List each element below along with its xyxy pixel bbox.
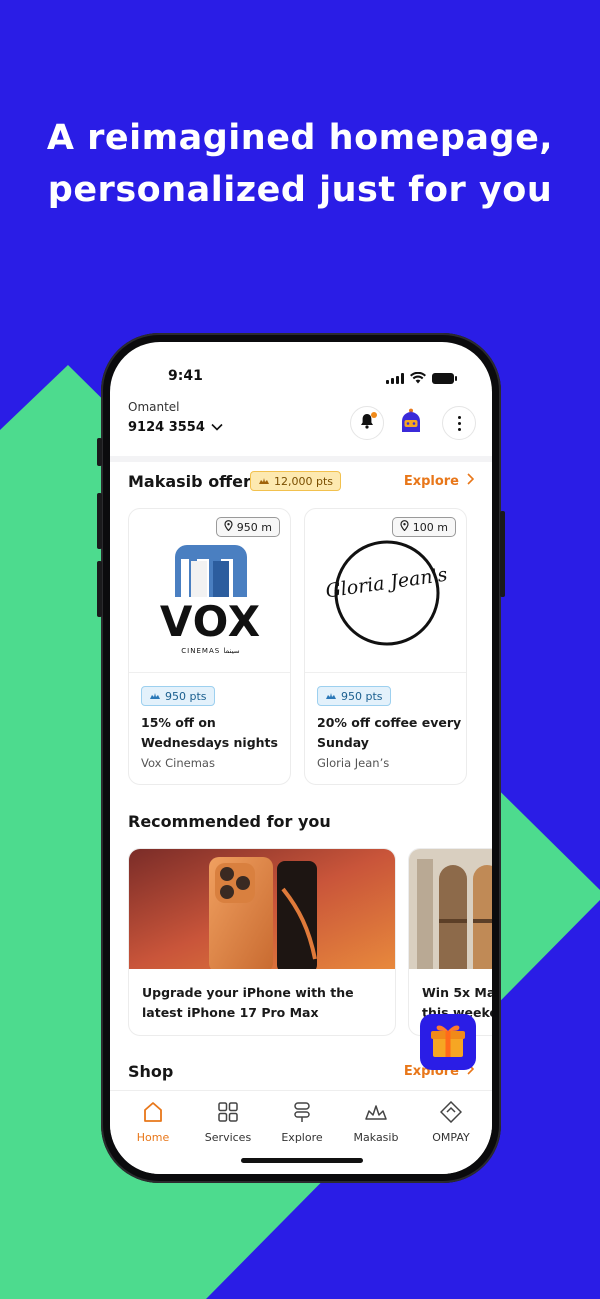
phone-volume-up [97, 493, 102, 549]
tab-home[interactable]: Home [118, 1099, 188, 1144]
home-indicator [241, 1158, 363, 1163]
recommended-card[interactable]: Win 5x Make this weeken [408, 848, 492, 1036]
makasib-points-icon [258, 475, 270, 488]
status-icons [386, 369, 457, 388]
makasib-explore-link[interactable]: Explore [403, 473, 475, 489]
headline: A reimagined homepage, personalized just… [0, 112, 600, 216]
section-divider [110, 456, 492, 462]
iphone-promo-image [129, 849, 395, 969]
headline-line-1: A reimagined homepage, [46, 118, 554, 158]
tab-label: Makasib [353, 1131, 399, 1144]
distance-value: 950 m [236, 520, 272, 534]
makasib-section-title: Makasib offers [128, 472, 261, 491]
robot-avatar-icon [399, 408, 423, 438]
notifications-button[interactable] [350, 406, 384, 440]
tab-label: Explore [281, 1131, 323, 1144]
gift-icon [427, 1019, 469, 1065]
tab-makasib[interactable]: Makasib [341, 1099, 411, 1144]
offer-brand: Gloria Jean’s [317, 756, 390, 770]
offer-title: 15% off on Wednesdays nights [141, 715, 278, 750]
wifi-icon [410, 369, 426, 388]
signal-icon [386, 373, 404, 384]
makasib-icon [341, 1099, 411, 1125]
account-number-selector[interactable]: 9124 3554 [128, 420, 223, 435]
distance-badge: 950 m [215, 517, 280, 537]
more-options-button[interactable] [442, 406, 476, 440]
offer-title: 20% off coffee every Sunday [317, 715, 462, 750]
tab-explore[interactable]: Explore [267, 1099, 337, 1144]
recommended-card-text: Upgrade your iPhone with the latest iPho… [142, 985, 354, 1020]
offer-card[interactable]: VOX CINEMAS سينما 950 m 950 pts 15% off … [128, 508, 291, 785]
makasib-points-icon [325, 690, 337, 703]
points-balance-badge: 12,000 pts [250, 471, 342, 491]
notification-dot [371, 412, 377, 418]
points-balance-value: 12,000 pts [274, 474, 334, 488]
tab-label: Home [136, 1131, 170, 1144]
account-number: 9124 3554 [128, 420, 205, 435]
phone-frame: 9:41 Omantel 9124 3554 Makasib offers 12… [97, 333, 505, 1183]
makasib-points-icon [149, 690, 161, 703]
assistant-button[interactable] [394, 406, 428, 440]
status-time: 9:41 [168, 368, 203, 384]
phone-volume-down [97, 561, 102, 617]
battery-icon [432, 373, 457, 384]
explore-label: Explore [403, 473, 459, 489]
more-vertical-icon [457, 415, 461, 419]
carrier-name: Omantel [128, 400, 180, 414]
ompay-icon [416, 1099, 486, 1125]
offer-points-value: 950 pts [341, 689, 383, 703]
tab-label: Services [204, 1131, 252, 1144]
phone-power-button [500, 511, 505, 597]
headline-line-2: personalized just for you [47, 170, 553, 210]
offer-card[interactable]: Gloria Jean's 100 m 950 pts 20% off coff… [304, 508, 467, 785]
explore-icon [267, 1099, 337, 1125]
chevron-right-icon [467, 473, 475, 489]
vox-logo-subtext: CINEMAS سينما [181, 647, 240, 655]
recommended-card[interactable]: Upgrade your iPhone with the latest iPho… [128, 848, 396, 1036]
offer-points-badge: 950 pts [317, 686, 391, 706]
tab-services[interactable]: Services [193, 1099, 263, 1144]
grid-icon [193, 1099, 263, 1125]
chevron-down-icon [211, 420, 223, 435]
distance-badge: 100 m [391, 517, 456, 537]
app-screen: 9:41 Omantel 9124 3554 Makasib offers 12… [110, 342, 492, 1174]
venue-promo-image [409, 849, 492, 969]
offer-points-value: 950 pts [165, 689, 207, 703]
home-icon [118, 1099, 188, 1125]
gift-button[interactable] [420, 1014, 476, 1070]
location-pin-icon [224, 520, 233, 534]
recommended-section-title: Recommended for you [128, 812, 331, 831]
phone-side-button [97, 438, 102, 466]
tab-label: OMPAY [432, 1131, 470, 1144]
vox-logo-text: VOX [159, 597, 262, 646]
shop-section-title: Shop [128, 1062, 174, 1081]
distance-value: 100 m [412, 520, 448, 534]
offer-brand: Vox Cinemas [141, 756, 215, 770]
tab-ompay[interactable]: OMPAY [416, 1099, 486, 1144]
location-pin-icon [400, 520, 409, 534]
offer-points-badge: 950 pts [141, 686, 215, 706]
